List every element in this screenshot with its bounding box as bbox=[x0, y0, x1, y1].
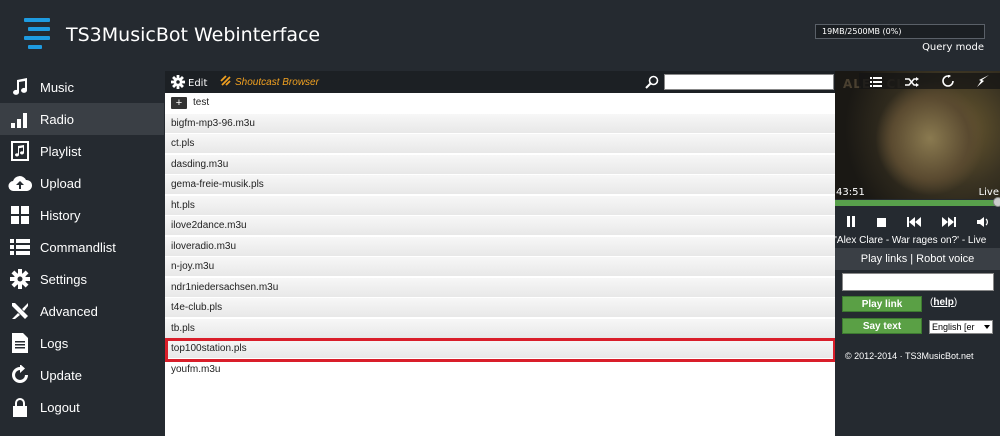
list-item[interactable]: ht.pls bbox=[165, 195, 835, 216]
gear-icon bbox=[0, 269, 40, 289]
radio-file-list: + test bigfm-mp3-96.m3u ct.pls dasding.m… bbox=[165, 93, 835, 436]
mode-indicator: Query mode bbox=[922, 42, 984, 53]
sidebar-item-history[interactable]: History bbox=[0, 199, 164, 231]
list-item[interactable]: youfm.m3u bbox=[165, 360, 835, 380]
say-text-button[interactable]: Say text bbox=[842, 318, 922, 334]
footer-copyright: © 2012-2014 · TS3MusicBot.net bbox=[845, 351, 974, 361]
list-item[interactable]: iloveradio.m3u bbox=[165, 236, 835, 257]
edit-button[interactable]: Edit bbox=[171, 75, 207, 92]
radio-toolbar: Edit Shoutcast Browser bbox=[165, 71, 835, 93]
list-item[interactable]: bigfm-mp3-96.m3u bbox=[165, 113, 835, 134]
folder-row[interactable]: + test bbox=[165, 93, 835, 113]
tools-icon bbox=[0, 301, 40, 321]
player-toolbar bbox=[859, 73, 1000, 89]
sidebar-item-settings[interactable]: Settings bbox=[0, 263, 164, 295]
help-link-wrapper: (help) bbox=[930, 297, 958, 308]
progress-knob[interactable] bbox=[993, 197, 1000, 207]
play-mode-tabs[interactable]: Play links | Robot voice bbox=[835, 248, 1000, 270]
list-item[interactable]: ilove2dance.m3u bbox=[165, 216, 835, 236]
sidebar-item-advanced[interactable]: Advanced bbox=[0, 295, 164, 327]
sidebar: Music Radio Playlist Upload History Comm… bbox=[0, 71, 164, 436]
previous-icon[interactable] bbox=[906, 212, 921, 231]
signal-bars-icon bbox=[0, 110, 40, 128]
sidebar-item-upload[interactable]: Upload bbox=[0, 167, 164, 199]
music-note-icon bbox=[0, 78, 40, 96]
sidebar-item-update[interactable]: Update bbox=[0, 359, 164, 391]
elapsed-time: 43:51 bbox=[836, 187, 865, 198]
gear-icon bbox=[171, 75, 185, 92]
lock-icon bbox=[0, 397, 40, 417]
list-item[interactable]: ct.pls bbox=[165, 134, 835, 154]
sidebar-item-logs[interactable]: Logs bbox=[0, 327, 164, 359]
pause-icon[interactable] bbox=[846, 212, 856, 231]
shoutcast-label: Shoutcast Browser bbox=[235, 77, 319, 88]
highlight-box bbox=[165, 338, 836, 362]
sidebar-item-music[interactable]: Music bbox=[0, 71, 164, 103]
language-value: English [er bbox=[932, 322, 975, 332]
list-item[interactable]: n-joy.m3u bbox=[165, 257, 835, 277]
plus-icon[interactable]: + bbox=[171, 96, 187, 109]
shoutcast-browser-button[interactable]: Shoutcast Browser bbox=[220, 75, 319, 90]
player-controls bbox=[835, 210, 1000, 232]
play-link-button[interactable]: Play link bbox=[842, 296, 922, 312]
volume-icon[interactable] bbox=[977, 212, 989, 231]
language-select[interactable]: English [er bbox=[929, 320, 993, 334]
playlist-icon bbox=[0, 141, 40, 161]
menu-logo-icon[interactable] bbox=[24, 18, 50, 49]
sidebar-item-radio[interactable]: Radio bbox=[0, 103, 164, 135]
search-icon[interactable] bbox=[645, 74, 659, 93]
list-item[interactable]: gema-freie-musik.pls bbox=[165, 175, 835, 195]
now-playing-title: 'Alex Clare - War rages on?' - Live bbox=[835, 235, 987, 246]
shoutcast-icon bbox=[220, 75, 232, 90]
heart-artwork bbox=[875, 81, 985, 196]
list-icon[interactable] bbox=[870, 72, 883, 91]
header: TS3MusicBot Webinterface 19MB/2500MB (0%… bbox=[0, 0, 1000, 71]
sidebar-item-commandlist[interactable]: Commandlist bbox=[0, 231, 164, 263]
help-link[interactable]: help bbox=[933, 297, 954, 308]
search-input[interactable] bbox=[664, 74, 834, 90]
list-item[interactable]: t4e-club.pls bbox=[165, 298, 835, 318]
progress-bar[interactable] bbox=[835, 197, 1000, 207]
shuffle-icon[interactable] bbox=[905, 72, 920, 91]
player-panel: ALEX CLA 43:51 Live 'Alex Clare - War ra… bbox=[835, 71, 1000, 436]
storage-quota-bar: 19MB/2500MB (0%) bbox=[815, 24, 985, 39]
repeat-icon[interactable] bbox=[942, 72, 954, 91]
list-item[interactable]: dasding.m3u bbox=[165, 154, 835, 175]
stop-icon[interactable] bbox=[876, 212, 886, 231]
refresh-icon bbox=[0, 365, 40, 385]
grid-icon bbox=[0, 206, 40, 224]
album-cover: ALEX CLA 43:51 Live bbox=[835, 71, 1000, 199]
app-title: TS3MusicBot Webinterface bbox=[66, 24, 321, 46]
chevron-down-icon bbox=[984, 325, 990, 329]
lightning-icon[interactable] bbox=[976, 72, 989, 91]
list-item[interactable]: tb.pls bbox=[165, 318, 835, 339]
folder-name: test bbox=[193, 97, 210, 108]
cloud-upload-icon bbox=[0, 174, 40, 192]
next-icon[interactable] bbox=[942, 212, 957, 231]
list-icon bbox=[0, 238, 40, 256]
document-icon bbox=[0, 333, 40, 353]
list-item[interactable]: ndr1niedersachsen.m3u bbox=[165, 277, 835, 298]
sidebar-item-logout[interactable]: Logout bbox=[0, 391, 164, 423]
edit-label: Edit bbox=[188, 78, 208, 89]
sidebar-item-playlist[interactable]: Playlist bbox=[0, 135, 164, 167]
link-input[interactable] bbox=[842, 273, 994, 291]
